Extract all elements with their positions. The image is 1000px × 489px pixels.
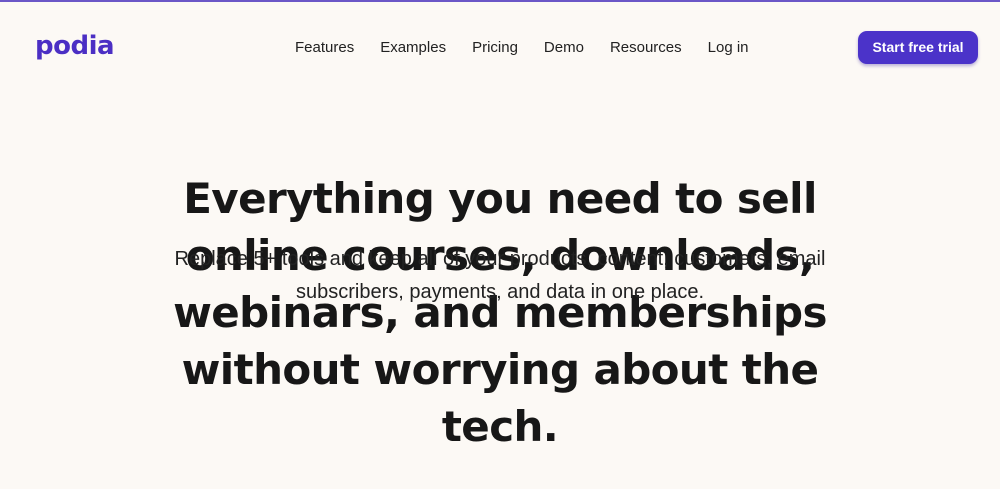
hero-section: Everything you need to sell online cours… <box>0 170 1000 455</box>
nav-item-resources[interactable]: Resources <box>597 37 695 59</box>
nav-item-login[interactable]: Log in <box>695 37 762 59</box>
nav-item-pricing[interactable]: Pricing <box>459 37 531 59</box>
start-free-trial-button[interactable]: Start free trial <box>858 31 978 64</box>
podia-logo[interactable]: podia <box>35 28 115 64</box>
nav-item-features[interactable]: Features <box>282 37 367 59</box>
nav-item-examples[interactable]: Examples <box>367 37 459 59</box>
main-nav: Features Examples Pricing Demo Resources… <box>282 37 762 59</box>
hero-subtitle-section: Replace 5+ tools and keep all of your pr… <box>0 243 1000 309</box>
hero-subtitle: Replace 5+ tools and keep all of your pr… <box>174 248 826 303</box>
hero-title: Everything you need to sell online cours… <box>173 174 827 451</box>
site-header: podia Features Examples Pricing Demo Res… <box>0 0 1000 96</box>
nav-item-demo[interactable]: Demo <box>531 37 597 59</box>
